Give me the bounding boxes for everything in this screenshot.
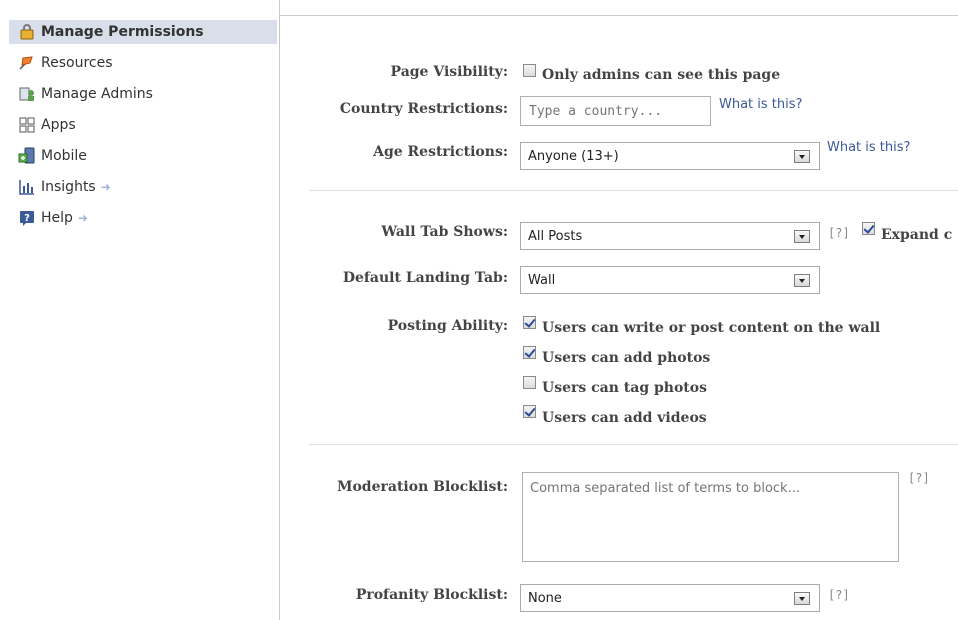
sidebar-divider — [279, 0, 280, 620]
sidebar-item-manage-admins[interactable]: Manage Admins — [9, 82, 277, 106]
sidebar-item-insights[interactable]: Insights ➜ — [9, 175, 277, 199]
sidebar-item-label: Manage Permissions — [41, 24, 204, 40]
sidebar-item-label: Resources — [41, 55, 113, 71]
country-what-is-this-link[interactable]: What is this? — [719, 97, 802, 112]
section-divider — [309, 190, 958, 191]
sidebar-item-resources[interactable]: Resources — [9, 51, 277, 75]
moderation-blocklist-textarea[interactable] — [522, 472, 899, 562]
page-visibility-label: Page Visibility: — [390, 64, 508, 80]
posting-videos-checkbox[interactable] — [523, 405, 536, 418]
arrow-right-icon: ➜ — [77, 211, 88, 225]
chart-icon — [18, 178, 36, 196]
sidebar-item-apps[interactable]: Apps — [9, 113, 277, 137]
age-restrictions-value: Anyone (13+) — [528, 149, 619, 164]
profanity-blocklist-select[interactable]: None — [520, 584, 820, 612]
admins-icon — [18, 85, 36, 103]
arrow-right-icon: ➜ — [100, 180, 111, 194]
posting-ability-label: Posting Ability: — [387, 318, 508, 334]
posting-tag-photos-checkbox[interactable] — [523, 376, 536, 389]
profanity-blocklist-value: None — [528, 591, 562, 606]
sidebar: Manage Permissions Resources Manage Admi… — [0, 0, 279, 620]
posting-videos-label: Users can add videos — [542, 410, 707, 426]
moderation-help-link[interactable]: [?] — [908, 471, 930, 485]
profanity-help-link[interactable]: [?] — [828, 588, 850, 602]
posting-photos-checkbox[interactable] — [523, 346, 536, 359]
expand-label: Expand c — [881, 227, 953, 243]
page-visibility-checkbox[interactable] — [523, 64, 536, 77]
top-divider — [280, 15, 958, 16]
help-icon: ? — [18, 209, 36, 227]
wall-tab-shows-label: Wall Tab Shows: — [381, 224, 508, 240]
expand-checkbox[interactable] — [862, 222, 875, 235]
sidebar-item-label: Manage Admins — [41, 86, 153, 102]
default-landing-tab-label: Default Landing Tab: — [342, 270, 508, 286]
section-divider — [309, 444, 958, 445]
moderation-blocklist-label: Moderation Blocklist: — [336, 479, 508, 495]
country-input[interactable] — [520, 96, 711, 126]
default-landing-tab-value: Wall — [528, 273, 556, 288]
page-visibility-option-label: Only admins can see this page — [542, 67, 781, 83]
wall-tab-shows-select[interactable]: All Posts — [520, 222, 820, 250]
posting-wall-label: Users can write or post content on the w… — [542, 320, 881, 336]
apps-icon — [18, 116, 36, 134]
sidebar-item-label: Apps — [41, 117, 76, 133]
sidebar-item-label: Mobile — [41, 148, 87, 164]
posting-photos-label: Users can add photos — [542, 350, 711, 366]
sidebar-item-mobile[interactable]: Mobile — [9, 144, 277, 168]
flag-icon — [18, 54, 36, 72]
wall-tab-help-link[interactable]: [?] — [828, 226, 850, 240]
posting-wall-checkbox[interactable] — [523, 316, 536, 329]
sidebar-item-help[interactable]: ? Help ➜ — [9, 206, 277, 230]
mobile-icon — [18, 147, 36, 165]
age-what-is-this-link[interactable]: What is this? — [827, 140, 910, 155]
chevron-down-icon — [794, 150, 810, 163]
sidebar-item-manage-permissions[interactable]: Manage Permissions — [9, 20, 277, 44]
posting-tag-photos-label: Users can tag photos — [542, 380, 707, 396]
country-restrictions-label: Country Restrictions: — [339, 101, 508, 117]
age-restrictions-select[interactable]: Anyone (13+) — [520, 142, 820, 170]
chevron-down-icon — [794, 592, 810, 605]
chevron-down-icon — [794, 230, 810, 243]
sidebar-item-label: Help ➜ — [41, 210, 88, 226]
sidebar-item-label: Insights ➜ — [41, 179, 111, 195]
wall-tab-shows-value: All Posts — [528, 229, 583, 244]
age-restrictions-label: Age Restrictions: — [373, 144, 508, 160]
default-landing-tab-select[interactable]: Wall — [520, 266, 820, 294]
lock-icon — [18, 23, 36, 41]
profanity-blocklist-label: Profanity Blocklist: — [355, 587, 508, 603]
chevron-down-icon — [794, 274, 810, 287]
svg-text:?: ? — [24, 213, 30, 224]
